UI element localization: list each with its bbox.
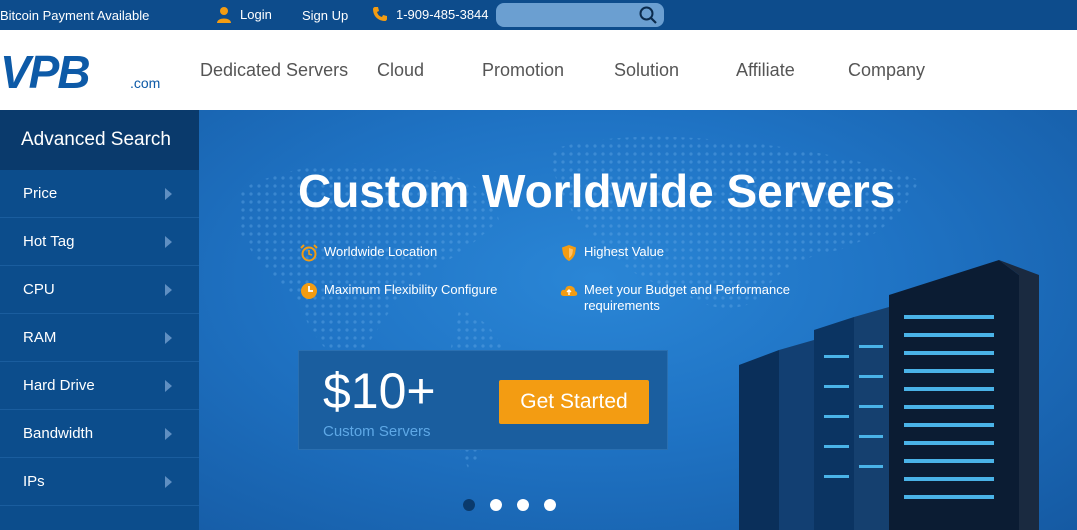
login-label: Login: [240, 7, 272, 22]
chevron-right-icon: [165, 380, 172, 392]
sidebar-item-label: RAM: [23, 329, 57, 346]
nav-company[interactable]: Company: [848, 60, 925, 81]
sidebar-item-hot-tag[interactable]: Hot Tag: [0, 218, 199, 266]
chevron-right-icon: [165, 476, 172, 488]
advanced-search-sidebar: Advanced Search Price Hot Tag CPU RAM Ha…: [0, 110, 199, 530]
nav-solution[interactable]: Solution: [614, 60, 679, 81]
carousel-dot-4[interactable]: [544, 499, 556, 511]
get-started-button[interactable]: Get Started: [499, 380, 649, 424]
site-logo[interactable]: VPB .com: [0, 50, 165, 100]
svg-text:VPB: VPB: [0, 50, 89, 98]
sidebar-item-label: IPs: [23, 473, 45, 490]
sidebar-item-label: CPU: [23, 281, 55, 298]
sidebar-item-label: Hard Drive: [23, 377, 95, 394]
clock-icon: [301, 283, 317, 299]
nav-affiliate[interactable]: Affiliate: [736, 60, 795, 81]
feature-text: Highest Value: [584, 244, 664, 259]
feature-flexibility: Maximum Flexibility Configure: [300, 282, 497, 300]
signup-link[interactable]: Sign Up: [302, 8, 348, 23]
sidebar-item-label: Bandwidth: [23, 425, 94, 442]
phone-label: 1-909-485-3844: [396, 6, 489, 22]
nav-cloud[interactable]: Cloud: [377, 60, 424, 81]
sidebar-item-label: Hot Tag: [23, 233, 75, 250]
chevron-right-icon: [165, 428, 172, 440]
nav-dedicated-servers[interactable]: Dedicated Servers: [200, 60, 348, 81]
carousel-dot-2[interactable]: [490, 499, 502, 511]
main-header: VPB .com Dedicated Servers Cloud Promoti…: [0, 30, 1077, 110]
server-rack-image: [739, 260, 1039, 530]
phone-number[interactable]: 1-909-485-3844: [372, 6, 489, 22]
search-input[interactable]: [504, 6, 638, 26]
price-subtitle: Custom Servers: [323, 423, 431, 440]
shield-icon: [562, 245, 576, 261]
feature-worldwide-location: Worldwide Location: [300, 244, 437, 262]
sidebar-item-hard-drive[interactable]: Hard Drive: [0, 362, 199, 410]
user-icon: [217, 7, 231, 23]
alarm-clock-icon: [300, 244, 318, 262]
sidebar-item-ram[interactable]: RAM: [0, 314, 199, 362]
top-bar: Bitcoin Payment Available Login Sign Up …: [0, 0, 1077, 30]
chevron-right-icon: [165, 284, 172, 296]
pricing-box: $10+ Custom Servers Get Started: [298, 350, 668, 450]
feature-text: Maximum Flexibility Configure: [324, 282, 498, 297]
carousel-dot-3[interactable]: [517, 499, 529, 511]
svg-text:.com: .com: [130, 75, 160, 91]
bitcoin-notice: Bitcoin Payment Available: [0, 8, 150, 23]
search-icon[interactable]: [638, 5, 658, 25]
nav-promotion[interactable]: Promotion: [482, 60, 564, 81]
chevron-right-icon: [165, 188, 172, 200]
sidebar-title: Advanced Search: [0, 110, 199, 170]
sidebar-item-label: Price: [23, 185, 58, 202]
hero-banner: Custom Worldwide Servers Worldwide Locat…: [199, 110, 1077, 530]
carousel-indicators: [463, 499, 571, 511]
login-link[interactable]: Login: [216, 6, 272, 23]
carousel-dot-1[interactable]: [463, 499, 475, 511]
cloud-icon: [560, 285, 578, 296]
chevron-right-icon: [165, 332, 172, 344]
sidebar-item-cpu[interactable]: CPU: [0, 266, 199, 314]
phone-icon: [373, 7, 387, 21]
feature-text: Worldwide Location: [324, 244, 438, 259]
sidebar-item-bandwidth[interactable]: Bandwidth: [0, 410, 199, 458]
hero-title: Custom Worldwide Servers: [298, 165, 896, 217]
search-box: [496, 3, 664, 27]
sidebar-item-price[interactable]: Price: [0, 170, 199, 218]
chevron-right-icon: [165, 236, 172, 248]
price-value: $10+: [323, 363, 436, 419]
feature-highest-value: Highest Value: [560, 244, 664, 262]
sidebar-item-ips[interactable]: IPs: [0, 458, 199, 506]
